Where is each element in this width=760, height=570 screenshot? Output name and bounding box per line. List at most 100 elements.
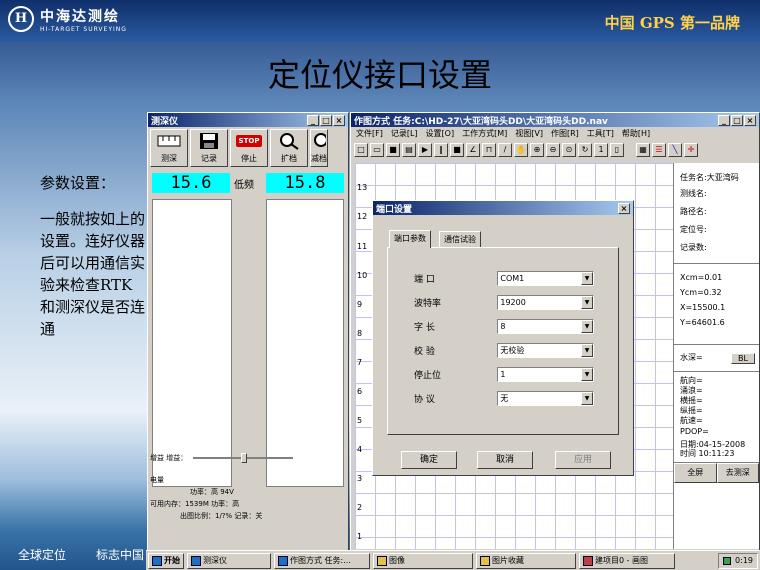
minimize-button[interactable]: _	[718, 114, 730, 126]
save-icon[interactable]: ■	[386, 143, 400, 157]
chevron-down-icon[interactable]: ▼	[581, 319, 593, 333]
bl-button[interactable]: BL	[731, 352, 755, 364]
maximize-button[interactable]: □	[320, 114, 332, 126]
apply-button[interactable]: 应用	[555, 451, 611, 469]
zoom-out-icon[interactable]: ⊖	[546, 143, 560, 157]
info-time: 时间 10:11:23	[680, 449, 735, 458]
field-label: 停止位	[414, 370, 442, 381]
menu-draw[interactable]: 作图[R]	[551, 128, 579, 140]
port-select[interactable]: COM1 ▼	[497, 270, 594, 286]
chevron-down-icon[interactable]: ▼	[581, 343, 593, 357]
task-label: 作图方式 任务:...	[290, 556, 351, 565]
menu-settings[interactable]: 设置[O]	[426, 128, 455, 140]
new-icon[interactable]: □	[354, 143, 368, 157]
tool-stop-button[interactable]: STOP 停止	[230, 129, 268, 167]
field-baud: 波特率 19200 ▼	[414, 294, 594, 310]
task-images[interactable]: 图像	[373, 552, 473, 569]
chevron-down-icon[interactable]: ▼	[581, 271, 593, 285]
info-ycm: Ycm=0.32	[680, 288, 722, 297]
menu-file[interactable]: 文件[F]	[356, 128, 383, 140]
ok-button[interactable]: 确定	[401, 451, 457, 469]
baud-select[interactable]: 19200 ▼	[497, 294, 594, 310]
pause-icon[interactable]: ‖	[434, 143, 448, 157]
y-tick: 6	[357, 387, 363, 396]
map-title: 作图方式 任务:C:\HD-27\大亚湾码头DD\大亚湾码头DD.nav	[354, 116, 608, 127]
go-sounding-button[interactable]: 去测深	[716, 463, 759, 483]
desc-body: 一般就按如上的设置。连好仪器后可以用通信实验来检查RTK和测深仪是否连通	[40, 210, 146, 338]
gain-slider-thumb[interactable]	[241, 453, 248, 463]
tool-label: 扩档	[281, 154, 297, 163]
menu-record[interactable]: 记录[L]	[391, 128, 418, 140]
task-label: 测深仪	[203, 556, 227, 565]
field-protocol: 协 议 无 ▼	[414, 390, 594, 406]
field-label: 波特率	[414, 298, 442, 309]
play-icon[interactable]: ▶	[418, 143, 432, 157]
tab-port-params[interactable]: 端口参数	[389, 230, 431, 248]
task-sounder[interactable]: 测深仪	[187, 552, 271, 569]
fullscreen-button[interactable]: 全屏	[674, 463, 717, 483]
task-paint[interactable]: 建项目0 - 画图	[579, 552, 675, 569]
chevron-down-icon[interactable]: ▼	[581, 295, 593, 309]
cancel-button[interactable]: 取消	[477, 451, 533, 469]
parity-select[interactable]: 无校验 ▼	[497, 342, 594, 358]
logo-text: 中海达测绘	[40, 9, 120, 25]
menu-workmode[interactable]: 工作方式[M]	[462, 128, 507, 140]
map-titlebar: 作图方式 任务:C:\HD-27\大亚湾码头DD\大亚湾码头DD.nav _ □…	[351, 113, 759, 127]
sounder-window: 测深仪 _ □ × 测深 记录 STOP 停止 扩档 减档 15.6 低频 15…	[147, 112, 349, 552]
menu-tools[interactable]: 工具[T]	[587, 128, 614, 140]
menu-view[interactable]: 视图[V]	[515, 128, 543, 140]
select-value: 无	[500, 393, 509, 403]
line-icon[interactable]: ╲	[668, 143, 682, 157]
stop-icon-text: STOP	[235, 135, 263, 147]
grid-icon[interactable]: ▦	[636, 143, 650, 157]
y-tick: 5	[357, 416, 363, 425]
cross-icon[interactable]: ✛	[684, 143, 698, 157]
info-xcm: Xcm=0.01	[680, 273, 723, 282]
chevron-down-icon[interactable]: ▼	[581, 367, 593, 381]
databits-select[interactable]: 8 ▼	[497, 318, 594, 334]
info-pdop: PDOP=	[680, 427, 709, 436]
lock-icon[interactable]: ⊓	[482, 143, 496, 157]
task-pictures[interactable]: 图片收藏	[476, 552, 576, 569]
tray-icon[interactable]	[723, 556, 732, 565]
tool-label: 测深	[161, 154, 177, 163]
tool-record-button[interactable]: 记录	[190, 129, 228, 167]
open-icon[interactable]: ▭	[370, 143, 384, 157]
info-line: 测线名:	[680, 189, 707, 198]
y-tick: 3	[357, 474, 363, 483]
tab-comm-test[interactable]: 通信试验	[439, 231, 481, 247]
tool-label: 记录	[201, 154, 217, 163]
hand-icon[interactable]: ✋	[514, 143, 528, 157]
minimize-button[interactable]: _	[307, 114, 319, 126]
tool-zoomin-button[interactable]: 扩档	[270, 129, 308, 167]
zoom-rect-icon[interactable]: ⊙	[562, 143, 576, 157]
zoom-in-icon[interactable]: ⊕	[530, 143, 544, 157]
rotate-icon[interactable]: ↻	[578, 143, 592, 157]
tab-pane: 端 口 COM1 ▼ 波特率 19200 ▼ 字 长 8 ▼ 校 验 无校验 ▼ 停止位…	[387, 247, 619, 435]
start-button[interactable]: 开始	[148, 552, 184, 569]
stop-icon[interactable]: ■	[450, 143, 464, 157]
close-button[interactable]: ×	[618, 202, 630, 214]
task-map[interactable]: 作图方式 任务:...	[274, 552, 370, 569]
page-icon[interactable]: ▯	[610, 143, 624, 157]
close-button[interactable]: ×	[744, 114, 756, 126]
print-icon[interactable]: ▤	[402, 143, 416, 157]
info-task: 任务名:大亚湾码	[680, 173, 739, 182]
field-label: 端 口	[414, 274, 435, 285]
protocol-select[interactable]: 无 ▼	[497, 390, 594, 406]
close-button[interactable]: ×	[333, 114, 345, 126]
depth-right-readout: 15.8	[266, 173, 344, 193]
gain-slider[interactable]	[193, 453, 294, 463]
list-icon[interactable]: ☰	[652, 143, 666, 157]
tool-sound-button[interactable]: 测深	[150, 129, 188, 167]
stopbits-select[interactable]: 1 ▼	[497, 366, 594, 382]
tool-zoomout-button[interactable]: 减档	[310, 129, 328, 167]
route-icon[interactable]: ∠	[466, 143, 480, 157]
scale-icon[interactable]: 1	[594, 143, 608, 157]
info-x: X=15500.1	[680, 303, 726, 312]
maximize-button[interactable]: □	[731, 114, 743, 126]
menu-help[interactable]: 帮助[H]	[622, 128, 650, 140]
menu-bar: 文件[F] 记录[L] 设置[O] 工作方式[M] 视图[V] 作图[R] 工具…	[351, 127, 759, 141]
chevron-down-icon[interactable]: ▼	[581, 391, 593, 405]
pen-icon[interactable]: /	[498, 143, 512, 157]
